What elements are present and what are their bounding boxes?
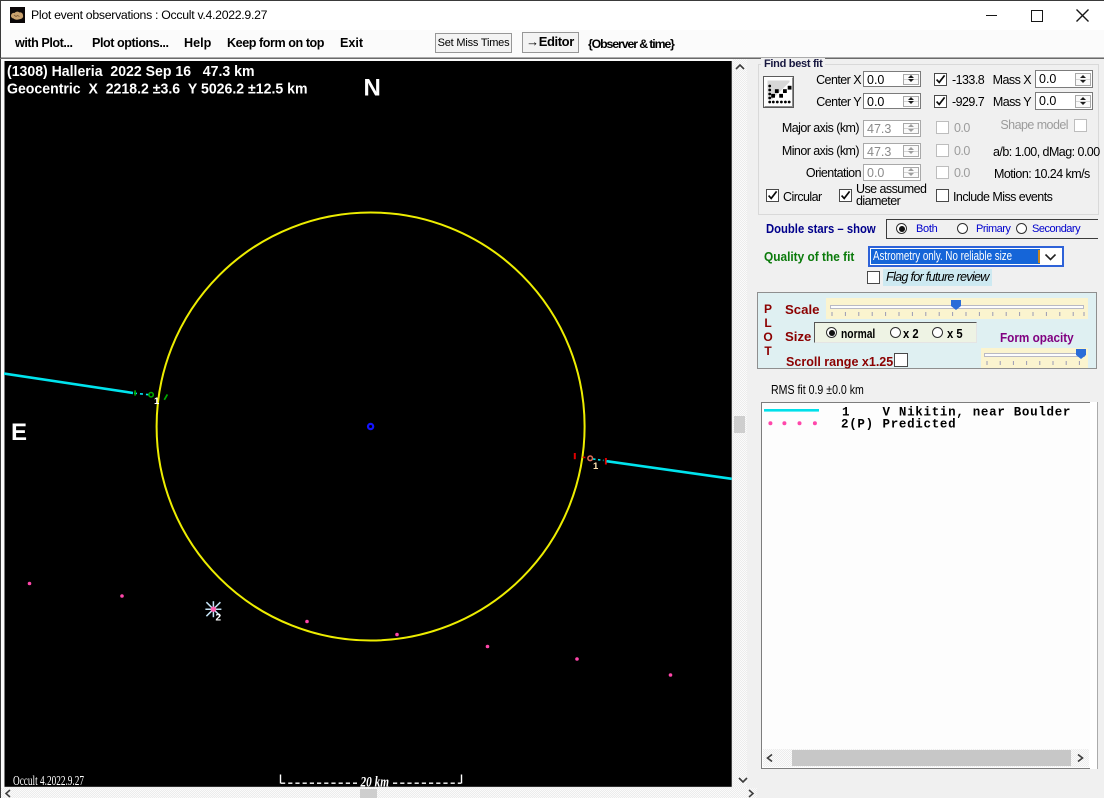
svg-text:1: 1 — [593, 461, 599, 472]
svg-text:Geocentric X 2218.2 ±3.6 Y: Geocentric X 2218.2 ±3.6 Y 5026.2 ±12.5 … — [7, 81, 308, 98]
svg-text:Occult 4.2022.9.27: Occult 4.2022.9.27 — [13, 773, 84, 787]
svg-text:Predicted: Predicted — [883, 418, 957, 432]
svg-text:E: E — [11, 419, 27, 446]
svg-text:2(P): 2(P) — [841, 418, 874, 432]
svg-text:2: 2 — [216, 613, 222, 624]
svg-text:N: N — [364, 74, 381, 101]
svg-text:1: 1 — [154, 396, 160, 407]
svg-text:20 km: 20 km — [360, 775, 389, 788]
svg-text:(1308) Halleria 2022 Sep 16: (1308) Halleria 2022 Sep 16 47.3 km — [7, 63, 255, 80]
